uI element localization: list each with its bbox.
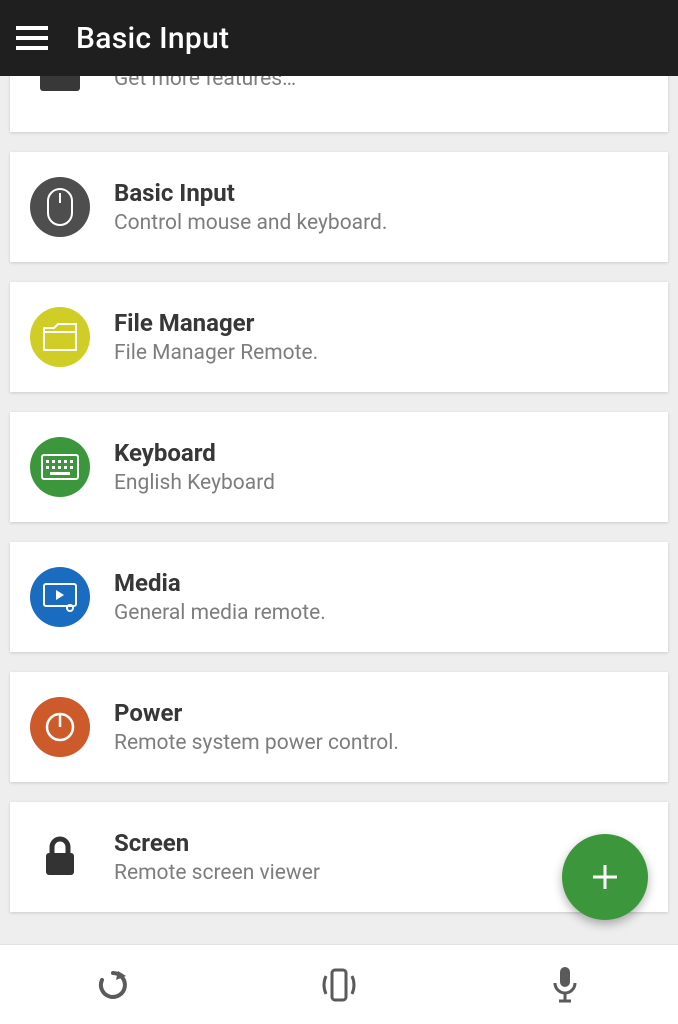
list-item-text: Media General media remote. [114,569,326,625]
power-icon [30,697,90,757]
list-item-file-manager[interactable]: File Manager File Manager Remote. [10,282,668,392]
list-item-text: Keyboard English Keyboard [114,439,275,495]
list-item-keyboard[interactable]: Keyboard English Keyboard [10,412,668,522]
list-item-text: Screen Remote screen viewer [114,829,320,885]
list-item-text: Basic Input Control mouse and keyboard. [114,179,387,235]
refresh-button[interactable] [0,945,226,1024]
list-item-title: Screen [114,829,320,857]
media-icon [30,567,90,627]
page-title: Basic Input [76,21,229,56]
list-item-media[interactable]: Media General media remote. [10,542,668,652]
lock-icon [30,827,90,887]
list-item-title: Power [114,699,399,727]
menu-icon[interactable] [16,26,48,50]
remote-list: Get more features… Basic Input Control m… [0,76,678,944]
plus-icon [589,861,621,893]
vibrate-button[interactable] [226,945,452,1024]
refresh-icon [96,968,130,1002]
list-item-text: Get more features… [114,76,296,91]
add-button[interactable] [562,834,648,920]
list-item-subtitle: General media remote. [114,601,326,625]
app-bar: Basic Input [0,0,678,76]
list-item-basic-input[interactable]: Basic Input Control mouse and keyboard. [10,152,668,262]
vibrate-icon [312,966,366,1004]
bottom-bar [0,944,678,1024]
folder-icon [30,307,90,367]
list-item-subtitle: Remote screen viewer [114,861,320,885]
mic-icon [552,965,578,1005]
mouse-icon [30,177,90,237]
list-item-subtitle: Remote system power control. [114,731,399,755]
list-item-subtitle: Get more features… [114,76,296,91]
list-item-subtitle: File Manager Remote. [114,341,318,365]
list-item-text: File Manager File Manager Remote. [114,309,318,365]
list-item-text: Power Remote system power control. [114,699,399,755]
list-item-title: Media [114,569,326,597]
list-item-subtitle: English Keyboard [114,471,275,495]
list-item-subtitle: Control mouse and keyboard. [114,211,387,235]
list-item-features[interactable]: Get more features… [10,76,668,132]
list-item-title: Basic Input [114,179,387,207]
list-item-power[interactable]: Power Remote system power control. [10,672,668,782]
mic-button[interactable] [452,945,678,1024]
features-icon [30,76,90,107]
list-item-title: File Manager [114,309,318,337]
list-item-title: Keyboard [114,439,275,467]
keyboard-icon [30,437,90,497]
